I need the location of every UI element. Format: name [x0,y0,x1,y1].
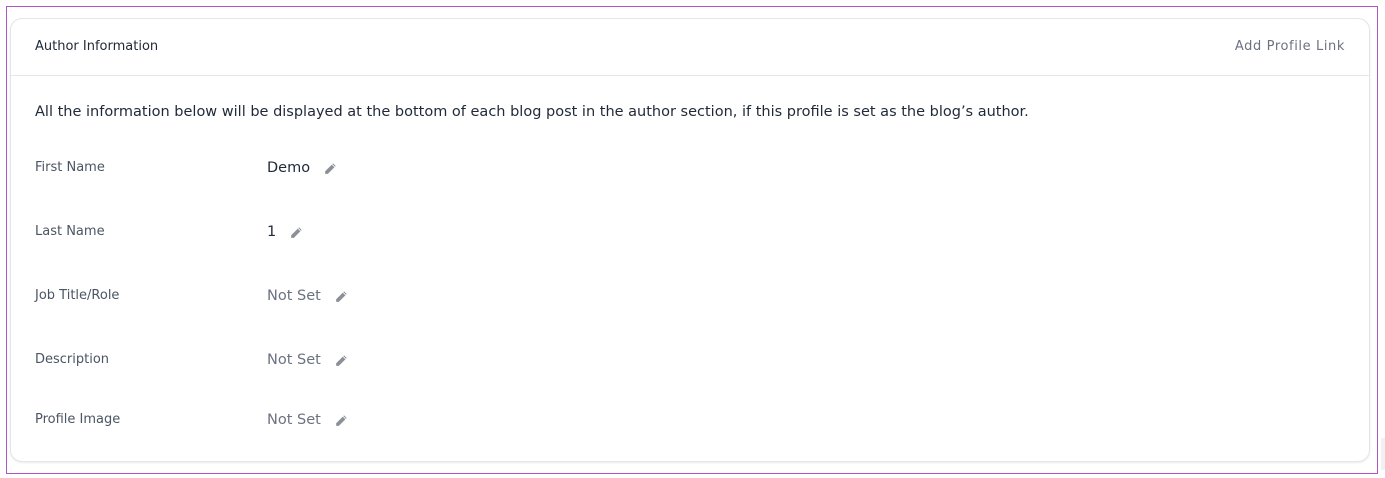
first-name-value: Demo [267,160,311,176]
card-title: Author Information [35,39,159,54]
pencil-icon[interactable] [334,413,348,427]
first-name-field: Demo [267,158,337,178]
scrollbar-hint [1381,438,1385,470]
profile-image-value: Not Set [267,412,321,428]
add-profile-link-button[interactable]: Add Profile Link [1235,38,1345,56]
job-title-field: Not Set [267,286,348,306]
last-name-field: 1 [267,222,303,242]
card-header: Author Information Add Profile Link [11,19,1369,76]
pencil-icon[interactable] [323,161,337,175]
profile-image-field: Not Set [267,410,348,430]
last-name-value: 1 [267,224,277,240]
job-title-value: Not Set [267,288,321,304]
author-information-card: Author Information Add Profile Link All … [10,18,1370,462]
pencil-icon[interactable] [289,225,303,239]
job-title-label: Job Title/Role [35,288,120,303]
description-label: Description [35,352,110,367]
description-value: Not Set [267,352,321,368]
profile-image-label: Profile Image [35,412,121,427]
pencil-icon[interactable] [334,289,348,303]
pencil-icon[interactable] [334,353,348,367]
description-field: Not Set [267,350,348,370]
intro-text: All the information below will be displa… [35,104,1029,120]
first-name-label: First Name [35,160,105,175]
last-name-label: Last Name [35,224,105,239]
